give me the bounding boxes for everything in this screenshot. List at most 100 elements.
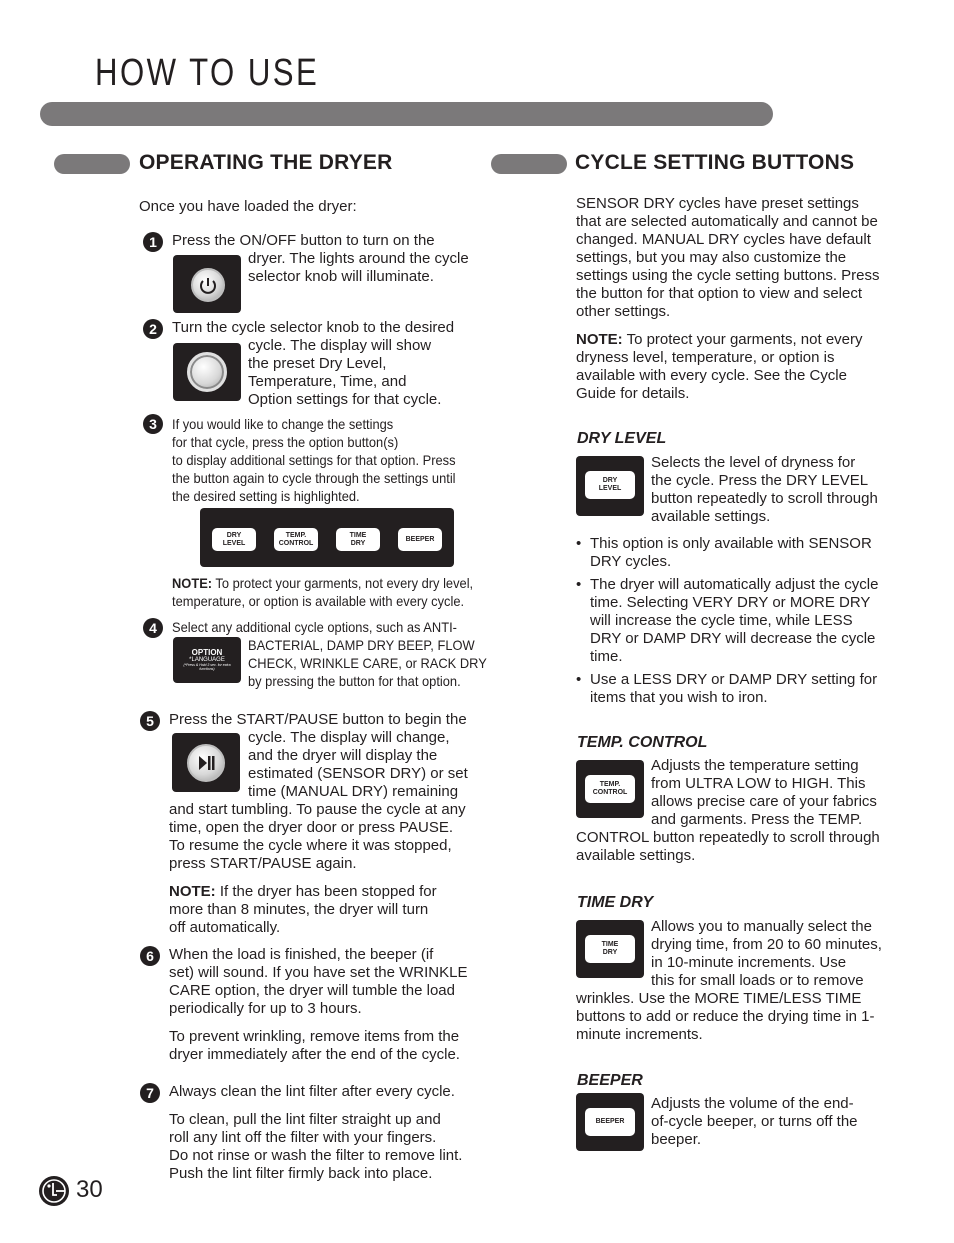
step-2-line: Temperature, Time, and xyxy=(248,373,407,390)
dry-level-line: Selects the level of dryness for xyxy=(651,454,856,471)
dry-level-key: DRY LEVEL xyxy=(585,471,635,499)
step-2-line: cycle. The display will show xyxy=(248,337,432,354)
step-number-6: 6 xyxy=(140,946,160,966)
start-pause-button-image xyxy=(172,733,240,792)
step-5-note: NOTE: If the dryer has been stopped for xyxy=(169,883,437,900)
section-pill-decoration xyxy=(54,154,130,174)
step-3-note-line: temperature, or option is available with… xyxy=(172,593,465,609)
step-5-note-line: off automatically. xyxy=(169,919,281,936)
bullet-line: DRY cycles. xyxy=(590,553,672,570)
step-3-line: to display additional settings for that … xyxy=(172,452,456,468)
step-7-extra: To clean, pull the lint filter straight … xyxy=(169,1111,441,1128)
step-3-note: NOTE: To protect your garments, not ever… xyxy=(172,575,474,591)
step-2-line: Option settings for that cycle. xyxy=(248,391,442,408)
cycle-knob-icon xyxy=(187,352,227,392)
time-dry-line: buttons to add or reduce the drying time… xyxy=(576,1008,875,1025)
step-number-4: 4 xyxy=(143,618,163,638)
beeper-key: BEEPER xyxy=(585,1108,635,1136)
step-number-3: 3 xyxy=(143,414,163,434)
step-7-extra: Do not rinse or wash the filter to remov… xyxy=(169,1147,463,1164)
time-dry-line: in 10-minute increments. Use xyxy=(651,954,847,971)
step-3-line: the button again to cycle through the se… xyxy=(172,470,456,486)
step-5-line: press START/PAUSE again. xyxy=(169,855,357,872)
beeper-line: beeper. xyxy=(651,1131,702,1148)
dry-level-line: button repeatedly to scroll through xyxy=(651,490,878,507)
section-title-cycle-buttons: CYCLE SETTING BUTTONS xyxy=(575,151,855,174)
step-3-line: If you would like to change the settings xyxy=(172,416,394,432)
section-pill-decoration xyxy=(491,154,567,174)
time-dry-key: TIME DRY xyxy=(585,935,635,963)
step-5-note-line: more than 8 minutes, the dryer will turn xyxy=(169,901,429,918)
step-1-line: selector knob will illuminate. xyxy=(248,268,434,285)
option-button-image: OPTION *LANGUAGE (*Press & Hold 3 sec. f… xyxy=(173,637,241,683)
page-title: HOW TO USE xyxy=(95,52,320,94)
bullet-line: items that you wish to iron. xyxy=(590,689,768,706)
bullet-item: Use a LESS DRY or DAMP DRY setting for xyxy=(576,671,877,689)
dry-level-key: DRY LEVEL xyxy=(212,528,256,551)
beeper-line: Adjusts the volume of the end- xyxy=(651,1095,854,1112)
step-5-line: and the dryer will display the xyxy=(248,747,438,764)
option-key-label: OPTION xyxy=(191,648,223,657)
step-6-extra: To prevent wrinkling, remove items from … xyxy=(169,1028,460,1045)
time-dry-heading: TIME DRY xyxy=(577,894,654,911)
time-dry-line: minute increments. xyxy=(576,1026,703,1043)
bullet-line: time. xyxy=(590,648,623,665)
power-icon xyxy=(191,268,225,302)
temp-control-line: from ULTRA LOW to HIGH. This xyxy=(651,775,866,792)
step-3-line: for that cycle, press the option button(… xyxy=(172,434,399,450)
bullet-item: This option is only available with SENSO… xyxy=(576,535,872,553)
step-5-line: time, open the dryer door or press PAUSE… xyxy=(169,819,454,836)
step-7-line: Always clean the lint filter after every… xyxy=(169,1083,455,1100)
temp-control-key: TEMP. CONTROL xyxy=(585,775,635,803)
bullet-item: The dryer will automatically adjust the … xyxy=(576,576,878,594)
time-dry-key: TIME DRY xyxy=(336,528,380,551)
intro-text: Once you have loaded the dryer: xyxy=(139,198,357,215)
intro-line: settings, but you may also customize the xyxy=(576,249,847,266)
intro-line: SENSOR DRY cycles have preset settings xyxy=(576,195,859,212)
step-1-line: Press the ON/OFF button to turn on the xyxy=(172,232,435,249)
step-6-line: CARE option, the dryer will tumble the l… xyxy=(169,982,455,999)
step-number-1: 1 xyxy=(143,232,163,252)
temp-control-line: CONTROL button repeatedly to scroll thro… xyxy=(576,829,880,846)
note-label: NOTE: xyxy=(576,331,623,348)
time-dry-line: Allows you to manually select the xyxy=(651,918,872,935)
intro-line: that are selected automatically and cann… xyxy=(576,213,878,230)
section-title-operating: OPERATING THE DRYER xyxy=(139,151,393,174)
right-note-line: dryness level, temperature, or option is xyxy=(576,349,835,366)
dry-level-button-image: DRY LEVEL xyxy=(576,456,644,516)
intro-line: the button for that option to view and s… xyxy=(576,285,863,302)
step-number-5: 5 xyxy=(140,711,160,731)
right-note-line: Guide for details. xyxy=(576,385,690,402)
step-2-line: Turn the cycle selector knob to the desi… xyxy=(172,319,455,336)
dry-level-line: available settings. xyxy=(651,508,771,525)
step-number-2: 2 xyxy=(143,319,163,339)
cycle-knob-image xyxy=(173,343,241,401)
step-6-line: When the load is finished, the beeper (i… xyxy=(169,946,434,963)
step-5-line: time (MANUAL DRY) remaining xyxy=(248,783,459,800)
time-dry-line: drying time, from 20 to 60 minutes, xyxy=(651,936,882,953)
step-5-line: estimated (SENSOR DRY) or set xyxy=(248,765,468,782)
temp-control-line: available settings. xyxy=(576,847,696,864)
dry-level-line: the cycle. Press the DRY LEVEL xyxy=(651,472,869,489)
power-button-image xyxy=(173,255,241,313)
step-3-line: the desired setting is highlighted. xyxy=(172,488,360,504)
time-dry-line: this for small loads or to remove xyxy=(651,972,864,989)
temp-control-line: and garments. Press the TEMP. xyxy=(651,811,863,828)
step-1-line: dryer. The lights around the cycle xyxy=(248,250,469,267)
step-4-line: by pressing the button for that option. xyxy=(248,673,461,689)
step-5-line: Press the START/PAUSE button to begin th… xyxy=(169,711,467,728)
right-note: NOTE: To protect your garments, not ever… xyxy=(576,331,863,348)
step-2-line: the preset Dry Level, xyxy=(248,355,387,372)
step-4-line: CHECK, WRINKLE CARE, or RACK DRY xyxy=(248,655,487,671)
dry-level-heading: DRY LEVEL xyxy=(577,430,667,447)
step-6-line: periodically for up to 3 hours. xyxy=(169,1000,362,1017)
step-5-line: To resume the cycle where it was stopped… xyxy=(169,837,452,854)
intro-line: changed. MANUAL DRY cycles have default xyxy=(576,231,871,248)
step-6-line: set) will sound. If you have set the WRI… xyxy=(169,964,468,981)
intro-line: other settings. xyxy=(576,303,671,320)
header-bar xyxy=(40,102,773,126)
temp-control-line: Adjusts the temperature setting xyxy=(651,757,859,774)
temp-control-heading: TEMP. CONTROL xyxy=(577,734,708,751)
time-dry-button-image: TIME DRY xyxy=(576,920,644,978)
time-dry-line: wrinkles. Use the MORE TIME/LESS TIME xyxy=(576,990,862,1007)
